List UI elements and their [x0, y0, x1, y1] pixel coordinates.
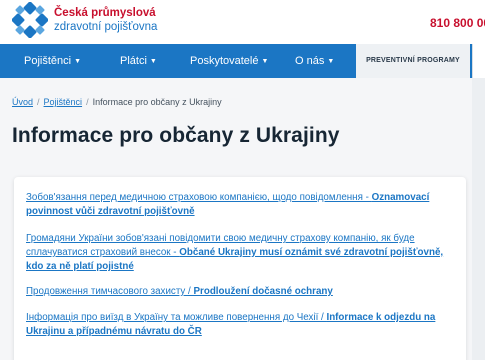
nav-item-pojistenci[interactable]: Pojištěnci ▼ — [24, 44, 81, 78]
caret-down-icon: ▼ — [261, 58, 269, 65]
caret-down-icon: ▼ — [149, 58, 157, 65]
nav-item-platci[interactable]: Plátci ▼ — [120, 44, 157, 78]
link-text-ua: Інформація про виїзд в Україну та можлив… — [26, 312, 327, 323]
preventive-programs-button[interactable]: PREVENTIVNÍ PROGRAMY — [356, 44, 470, 78]
nav-label: Poskytovatelé — [190, 55, 259, 67]
breadcrumb-link-pojistenci[interactable]: Pojištěnci — [44, 97, 83, 107]
link-insurance-payer[interactable]: Громадяни України зобов'язані повідомити… — [26, 232, 456, 274]
logo-line-1: Česká průmyslová — [54, 7, 156, 19]
caret-down-icon: ▼ — [74, 58, 82, 65]
logo-wordmark[interactable]: Česká průmyslová zdravotní pojišťovna — [54, 6, 157, 34]
nav-item-o-nas[interactable]: O nás ▼ — [295, 44, 334, 78]
nav-item-poskytovatele[interactable]: Poskytovatelé ▼ — [190, 44, 268, 78]
link-departure-return[interactable]: Інформація про виїзд в Україну та можлив… — [26, 311, 456, 339]
logo-line-2: zdravotní pojišťovna — [54, 21, 158, 33]
cpzp-logo-icon[interactable] — [12, 2, 48, 38]
link-text-ua: Продовження тимчасового захисту / — [26, 286, 194, 297]
link-text-cz: Prodloužení dočasné ochrany — [193, 286, 333, 297]
phone-number[interactable]: 810 800 000 — [430, 16, 485, 30]
nav-label: Pojištěnci — [24, 55, 72, 67]
links-card: Зобов'язання перед медичною страховою ко… — [14, 177, 466, 360]
link-text-ua: Зобов'язання перед медичною страховою ко… — [26, 192, 372, 203]
breadcrumb-separator: / — [86, 97, 89, 107]
link-temporary-protection[interactable]: Продовження тимчасового захисту / Prodlo… — [26, 285, 456, 299]
nav-label: O nás — [295, 55, 325, 67]
breadcrumb-current: Informace pro občany z Ukrajiny — [92, 97, 222, 107]
breadcrumb-separator: / — [37, 97, 40, 107]
link-notification-duty[interactable]: Зобов'язання перед медичною страховою ко… — [26, 191, 456, 219]
nav-overflow-item[interactable] — [472, 44, 485, 78]
right-edge-panel — [472, 78, 485, 360]
caret-down-icon: ▼ — [327, 58, 335, 65]
breadcrumb-link-home[interactable]: Úvod — [12, 97, 33, 107]
page-title: Informace pro občany z Ukrajiny — [12, 124, 340, 147]
breadcrumb: Úvod / Pojištěnci / Informace pro občany z U… — [12, 97, 222, 107]
nav-label: Plátci — [120, 55, 147, 67]
site-header: Česká průmyslová zdravotní pojišťovna 81… — [0, 0, 485, 44]
